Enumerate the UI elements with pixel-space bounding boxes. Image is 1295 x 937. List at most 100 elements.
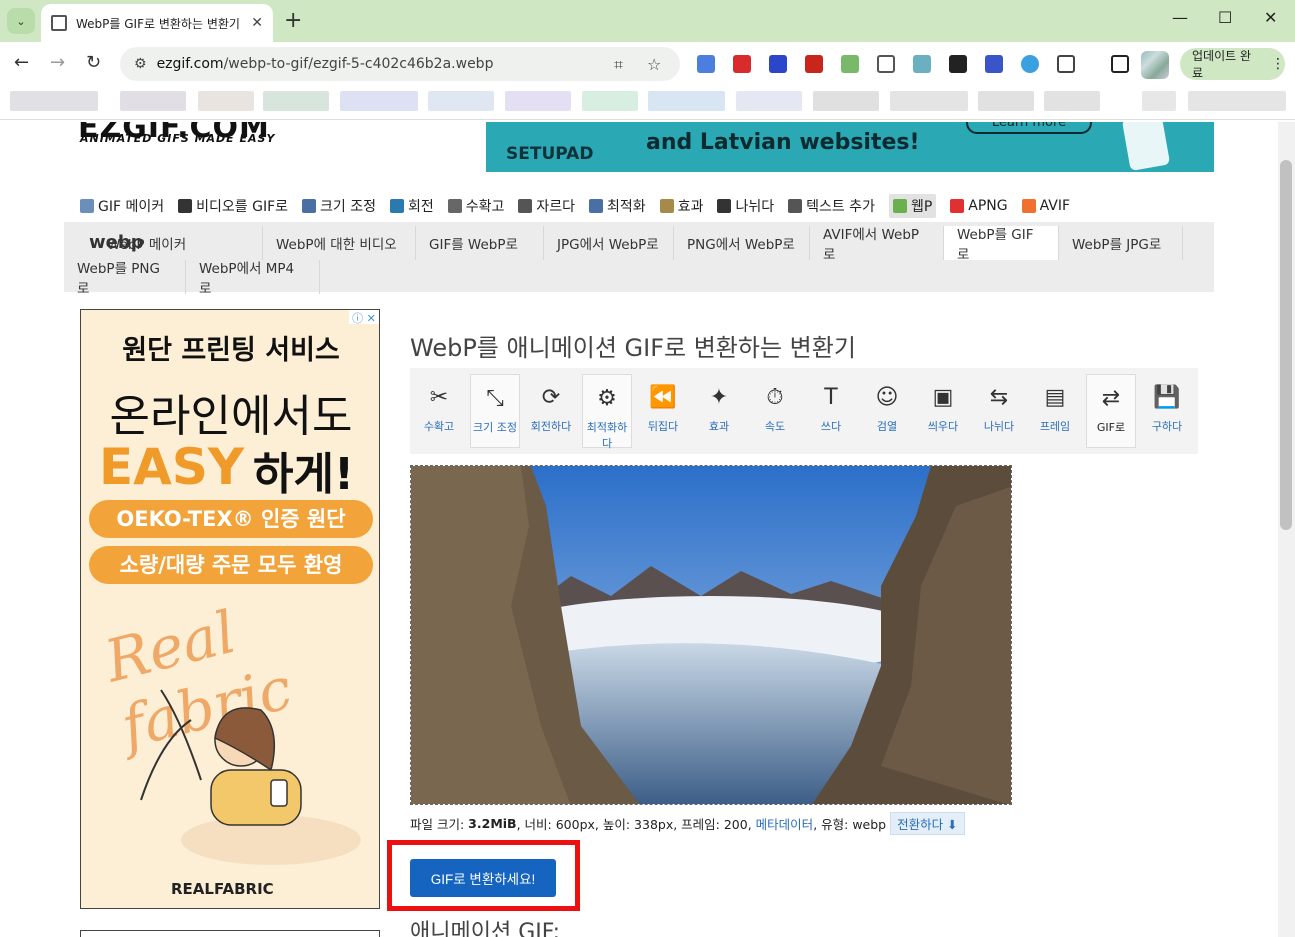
main-nav-item[interactable]: 비디오를 GIF로 <box>178 194 288 218</box>
update-button[interactable]: 업데이트 완료 ⋮ <box>1180 48 1285 80</box>
bookmark-item[interactable] <box>1142 91 1176 111</box>
tool-label: 검열 <box>876 420 898 433</box>
tool-button[interactable]: ▣ 씌우다 <box>918 374 968 448</box>
ad-learn-more-button[interactable]: Learn more <box>966 122 1092 134</box>
convert-to-gif-button[interactable]: GIF로 변환하세요! <box>410 859 556 897</box>
bookmark-item[interactable] <box>340 91 418 111</box>
close-window-button[interactable]: ✕ <box>1264 8 1277 27</box>
url-path: /webp-to-gif/ezgif-5-c402c46b2a.webp <box>223 56 494 72</box>
bookmark-item[interactable] <box>1188 91 1286 111</box>
tool-button[interactable]: ▤ 프레임 <box>1030 374 1080 448</box>
sub-nav-item[interactable]: WebP를 GIF로 <box>944 226 1059 263</box>
tool-button[interactable]: ⇄ GIF로 <box>1086 374 1136 448</box>
bookmark-item[interactable] <box>648 91 725 111</box>
main-nav-item[interactable]: GIF 메이커 <box>80 194 164 218</box>
tool-button[interactable]: ⚙ 최적화하다 <box>582 374 632 450</box>
maximize-button[interactable]: ☐ <box>1218 8 1232 27</box>
tool-button[interactable]: 💾 구하다 <box>1142 374 1192 448</box>
tab-close-icon[interactable]: ✕ <box>251 15 263 31</box>
extension-dark-icon[interactable] <box>949 55 967 73</box>
bookmark-item[interactable] <box>505 91 571 111</box>
main-nav-item[interactable]: 효과 <box>659 194 703 218</box>
tool-button[interactable]: ✂ 수확고 <box>414 374 464 448</box>
forward-button[interactable]: → <box>50 52 65 73</box>
bookmark-item[interactable] <box>978 91 1034 111</box>
main-nav-item[interactable]: 나뉘다 <box>717 194 774 218</box>
bookmark-item[interactable] <box>890 91 968 111</box>
bookmark-item[interactable] <box>736 91 802 111</box>
sub-nav-item[interactable]: AVIF에서 WebP로 <box>810 226 944 263</box>
main-nav-item[interactable]: 텍스트 추가 <box>788 194 875 218</box>
active-tab[interactable]: WebP를 GIF로 변환하는 변환기 ✕ <box>41 4 273 42</box>
tool-button[interactable]: ⇆ 나뉘다 <box>974 374 1024 448</box>
bookmark-item[interactable] <box>10 91 98 111</box>
file-info: 파일 크기: 3.2MiB, 너비: 600px, 높이: 338px, 프레임… <box>410 812 965 835</box>
metadata-link[interactable]: 메타데이터 <box>756 814 814 833</box>
tool-button[interactable]: ⏪ 뒤집다 <box>638 374 688 448</box>
profile-avatar[interactable] <box>1141 51 1169 79</box>
main-nav-item[interactable]: 웹P <box>888 194 937 218</box>
main-nav-item[interactable]: 크기 조정 <box>302 194 376 218</box>
bookmark-extension-icon[interactable] <box>877 55 895 73</box>
bookmark-item[interactable] <box>120 91 186 111</box>
bookmark-item[interactable] <box>198 91 254 111</box>
sub-nav-item[interactable]: GIF를 WebP로 <box>416 226 544 260</box>
tool-button[interactable]: ☺ 검열 <box>862 374 912 448</box>
browser-menu-icon[interactable]: ⋮ <box>1271 56 1285 72</box>
bookmark-item[interactable] <box>428 91 494 111</box>
tool-button[interactable]: ⤡ 크기 조정 <box>470 374 520 448</box>
new-tab-button[interactable]: + <box>284 8 302 33</box>
sub-nav-item[interactable]: PNG에서 WebP로 <box>674 226 810 260</box>
side-ad-second[interactable] <box>80 930 380 937</box>
sub-nav-item[interactable]: WebP를 PNG로 <box>64 260 186 297</box>
main-nav-item[interactable]: 회전 <box>390 194 434 218</box>
extensions-puzzle-icon[interactable] <box>1057 55 1075 73</box>
translate-extension-icon[interactable] <box>697 55 715 73</box>
tool-button[interactable]: ⏱ 속도 <box>750 374 800 448</box>
bookmark-item[interactable] <box>582 91 638 111</box>
side-panel-icon[interactable] <box>1111 55 1129 73</box>
back-button[interactable]: ← <box>14 52 29 73</box>
extension-teal-icon[interactable] <box>913 55 931 73</box>
sub-nav-item[interactable]: WebP에서 MP4로 <box>186 260 320 297</box>
bookmark-star-icon[interactable]: ☆ <box>647 55 661 74</box>
bookmark-item[interactable] <box>813 91 879 111</box>
overlay-tool-icon: ▣ <box>932 384 954 410</box>
sub-nav-item[interactable]: WebP에 대한 비디오 <box>263 226 416 260</box>
crop-tool-icon: ✂ <box>429 384 449 410</box>
plant-extension-icon[interactable] <box>841 55 859 73</box>
scrollbar-thumb[interactable] <box>1280 160 1292 530</box>
extension-blue-icon[interactable] <box>1021 55 1039 73</box>
sub-nav-item[interactable]: WebP 메이커 <box>94 226 263 260</box>
download-extension-icon[interactable] <box>769 55 787 73</box>
write-tool-icon: T <box>824 384 838 410</box>
sub-nav-item[interactable]: JPG에서 WebP로 <box>544 226 674 260</box>
main-nav-item[interactable]: AVIF <box>1021 194 1070 218</box>
bookmark-item[interactable] <box>1044 91 1100 111</box>
sub-nav-item[interactable]: WebP를 JPG로 <box>1059 226 1183 260</box>
convert-action-button[interactable]: 전환하다 ⬇ <box>890 812 965 835</box>
tool-button[interactable]: ✦ 효과 <box>694 374 744 448</box>
address-bar[interactable]: ⚙ ezgif.com/webp-to-gif/ezgif-5-c402c46b… <box>120 47 680 81</box>
tool-button[interactable]: ⟳ 회전하다 <box>526 374 576 448</box>
minimize-button[interactable]: — <box>1172 8 1188 27</box>
bookmark-item[interactable] <box>263 91 329 111</box>
ad-brand: SETUPAD <box>506 144 594 164</box>
tab-search-button[interactable]: ⌄ <box>7 8 35 34</box>
site-info-icon[interactable]: ⚙ <box>134 56 147 72</box>
extension-globe-icon[interactable] <box>985 55 1003 73</box>
translate-icon[interactable]: ⌗ <box>614 55 623 75</box>
tool-label: 수확고 <box>423 420 455 433</box>
pdf-extension-icon[interactable] <box>805 55 823 73</box>
reload-button[interactable]: ↻ <box>86 52 101 73</box>
top-banner-ad[interactable]: SETUPAD and Latvian websites! Learn more <box>486 122 1214 172</box>
tool-button[interactable]: T 쓰다 <box>806 374 856 448</box>
main-nav-item[interactable]: 수확고 <box>447 194 504 218</box>
tool-label: 회전하다 <box>530 420 572 433</box>
main-nav-item[interactable]: 자르다 <box>518 194 575 218</box>
main-nav-item[interactable]: 최적화 <box>589 194 646 218</box>
side-ad[interactable]: ⓘ ✕ 원단 프린팅 서비스 온라인에서도 EASY 하게! OEKO-TEX®… <box>80 309 380 909</box>
adchoices-icon[interactable]: ⓘ ✕ <box>349 310 379 325</box>
main-nav-item[interactable]: APNG <box>950 194 1008 218</box>
extension-red-icon[interactable] <box>733 55 751 73</box>
